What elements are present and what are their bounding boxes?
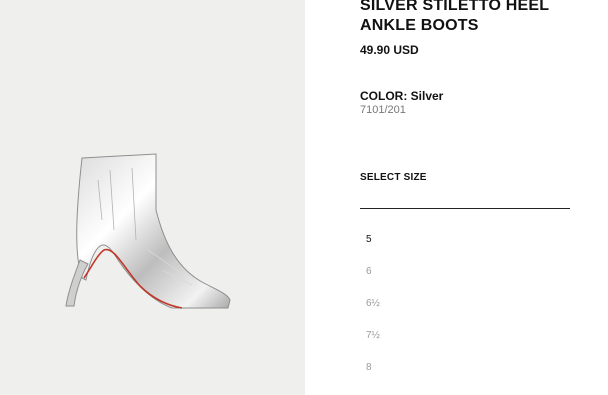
size-option-5[interactable]: 5 (360, 226, 570, 258)
product-price: 49.90 USD (360, 43, 419, 57)
size-list: 5 6 6½ 7½ 8 (360, 226, 570, 386)
size-divider (360, 208, 570, 209)
select-size-label: SELECT SIZE (360, 172, 427, 183)
size-option-6-half[interactable]: 6½ (360, 290, 570, 322)
product-color: COLOR: Silver (360, 89, 444, 103)
product-image-panel (0, 0, 305, 395)
product-image-boot[interactable] (52, 150, 242, 315)
size-option-6[interactable]: 6 (360, 258, 570, 290)
size-option-7-half[interactable]: 7½ (360, 322, 570, 354)
product-title: SILVER STILETTO HEEL ANKLE BOOTS (360, 0, 549, 34)
product-sku: 7101/201 (360, 104, 406, 116)
size-option-8[interactable]: 8 (360, 354, 570, 386)
